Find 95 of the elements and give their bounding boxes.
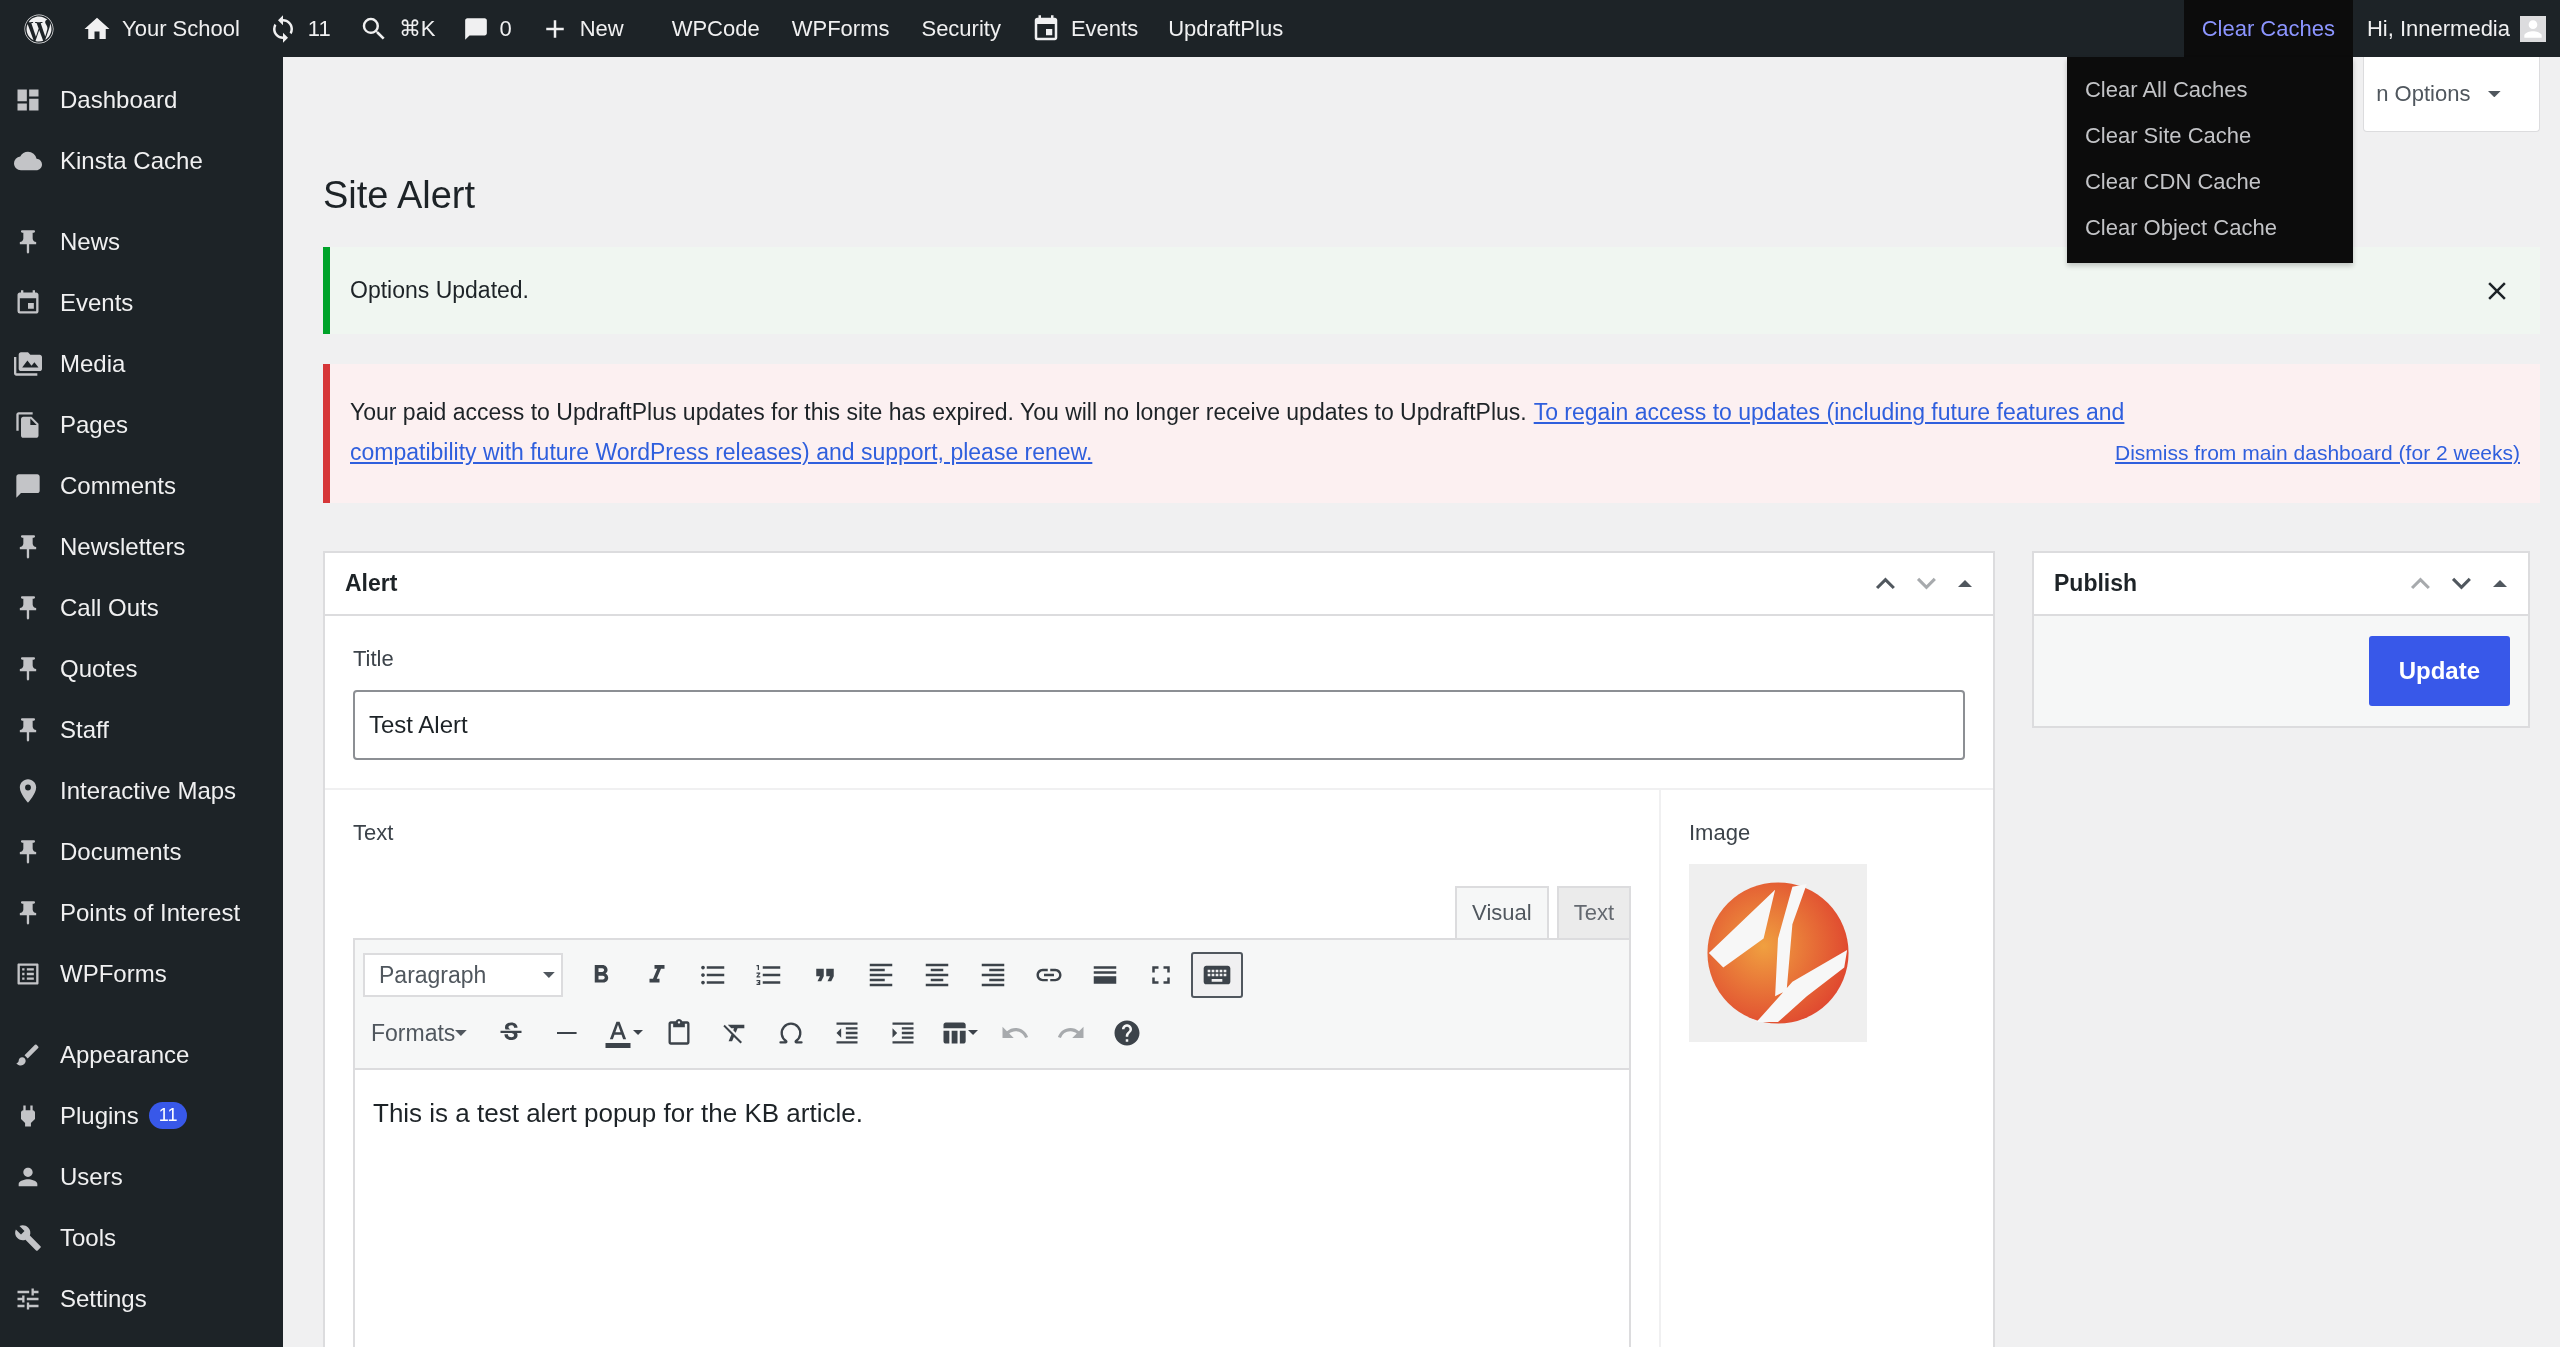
- bar-menu-link[interactable]: Security: [905, 0, 1017, 57]
- caret-icon: [2488, 90, 2501, 98]
- wordpress-logo-mark: [24, 13, 54, 44]
- count-badge: 11: [148, 1102, 188, 1129]
- updates-link[interactable]: 11: [253, 0, 345, 57]
- sidebar-label: Staff: [60, 715, 109, 744]
- field-label: Title: [353, 646, 395, 672]
- sidebar-label: Settings: [60, 1284, 147, 1313]
- sidebar-label: Pages: [60, 410, 129, 439]
- sidebar-label: Points of Interest: [60, 898, 241, 927]
- sidebar-item[interactable]: News: [0, 211, 283, 272]
- page-title: Site Alert: [323, 174, 476, 217]
- sidebar-label: Plugins: [60, 1101, 139, 1130]
- avatar-icon: [2520, 15, 2546, 42]
- site-name-link[interactable]: Your School: [68, 0, 254, 57]
- sidebar-item[interactable]: Dashboard: [0, 69, 283, 130]
- editor-tab[interactable]: Text: [1556, 886, 1631, 938]
- caret-icon: [455, 1030, 468, 1036]
- renew-link[interactable]: To regain access to updates (including future features and: [1533, 392, 2125, 432]
- comment-icon: [463, 15, 490, 42]
- sidebar-label: News: [60, 227, 120, 256]
- sidebar-item[interactable]: Events: [0, 272, 283, 333]
- field-label: Image: [1689, 820, 1752, 846]
- sidebar-item[interactable]: Appearance: [0, 1024, 283, 1085]
- media-icon: [14, 349, 42, 378]
- triangle-up-icon: [2492, 579, 2508, 588]
- sidebar-item[interactable]: Comments: [0, 455, 283, 516]
- sidebar-label: Users: [60, 1162, 123, 1191]
- sidebar-label: Documents: [60, 837, 182, 866]
- comments-link[interactable]: 0: [449, 0, 526, 57]
- chevron-up-icon: [1875, 577, 1897, 590]
- pages-icon: [14, 410, 42, 439]
- sidebar-item[interactable]: Settings: [0, 1268, 283, 1329]
- comment-icon: [14, 471, 42, 500]
- sidebar-item[interactable]: Staff: [0, 699, 283, 760]
- sidebar-label: Dashboard: [60, 85, 178, 114]
- notice-text: Options Updated.: [350, 277, 529, 303]
- sidebar-item[interactable]: Users: [0, 1146, 283, 1207]
- sidebar-item[interactable]: Tools: [0, 1207, 283, 1268]
- sidebar-item[interactable]: Pages: [0, 394, 283, 455]
- caret-icon: [633, 1030, 644, 1036]
- sidebar-item[interactable]: Kinsta Cache: [0, 130, 283, 191]
- sidebar-item[interactable]: Plugins 11: [0, 1085, 283, 1146]
- field-label: Text: [353, 820, 395, 846]
- sidebar-label: Appearance: [60, 1040, 190, 1069]
- sidebar-item[interactable]: Points of Interest: [0, 882, 283, 943]
- bar-menu-link[interactable]: WPCode: [655, 0, 776, 57]
- sidebar-label: Newsletters: [60, 532, 186, 561]
- formats-menu[interactable]: Formats: [363, 1019, 476, 1047]
- toolbar-toggle-button[interactable]: [1191, 952, 1243, 998]
- paragraph-select[interactable]: Paragraph: [363, 953, 563, 997]
- chevron-up-icon: [2410, 577, 2432, 590]
- update-button[interactable]: Update: [2368, 636, 2510, 706]
- editor-tab[interactable]: Visual: [1455, 886, 1549, 938]
- sidebar-item[interactable]: Call Outs: [0, 577, 283, 638]
- screen-options-button[interactable]: n Options: [2363, 57, 2540, 132]
- horizontal-line-icon: [557, 1031, 577, 1035]
- panel-title: Publish: [2054, 570, 2139, 597]
- sidebar-label: Quotes: [60, 654, 138, 683]
- clear-caches-menu[interactable]: Clear Caches: [2183, 0, 2353, 57]
- sidebar-item[interactable]: WPForms: [0, 943, 283, 1004]
- chevron-down-icon: [1916, 577, 1938, 590]
- sidebar-label: Call Outs: [60, 593, 159, 622]
- bar-menu-link[interactable]: UpdraftPlus: [1152, 0, 1300, 57]
- search-link[interactable]: ⌘K: [344, 0, 450, 57]
- dropdown-item[interactable]: Clear Site Cache: [2066, 113, 2353, 159]
- sidebar-label: Media: [60, 349, 126, 378]
- triangle-up-icon: [1957, 579, 1973, 588]
- notice-text: Your paid access to UpdraftPlus updates for this site has expired. You will no longer receive updates to UpdraftPlus.: [350, 398, 1527, 427]
- sidebar-label: Tools: [60, 1223, 117, 1252]
- caret-icon: [968, 1030, 979, 1036]
- bar-menu-link[interactable]: Events: [1016, 0, 1153, 57]
- sidebar-item[interactable]: Quotes: [0, 638, 283, 699]
- sidebar-label: Events: [60, 288, 134, 317]
- sidebar-label: Kinsta Cache: [60, 146, 203, 175]
- panel-title: Alert: [345, 570, 399, 597]
- account-link[interactable]: Hi, Innermedia: [2352, 0, 2560, 57]
- sidebar-item[interactable]: Media: [0, 333, 283, 394]
- sidebar-item[interactable]: Interactive Maps: [0, 760, 283, 821]
- wrench-icon: [14, 1223, 42, 1252]
- dropdown-item[interactable]: Clear All Caches: [2066, 67, 2353, 113]
- sidebar-label: WPForms: [60, 959, 167, 988]
- sidebar-label: Comments: [60, 471, 177, 500]
- caret-icon: [543, 972, 555, 978]
- new-link[interactable]: New: [525, 0, 638, 57]
- sidebar-item[interactable]: Newsletters: [0, 516, 283, 577]
- title-input[interactable]: Test Alert: [353, 690, 1965, 760]
- dismiss-link[interactable]: Dismiss from main dashboard (for 2 weeks): [2115, 433, 2520, 473]
- bar-menu-link[interactable]: WPForms: [775, 0, 906, 57]
- sidebar-label: Interactive Maps: [60, 776, 237, 805]
- renew-link[interactable]: compatibility with future WordPress releases) and support, please renew.: [350, 432, 1093, 472]
- chevron-down-icon: [2451, 577, 2473, 590]
- dropdown-item[interactable]: Clear Object Cache: [2066, 205, 2353, 251]
- dropdown-item[interactable]: Clear CDN Cache: [2066, 159, 2353, 205]
- sidebar-item[interactable]: Documents: [0, 821, 283, 882]
